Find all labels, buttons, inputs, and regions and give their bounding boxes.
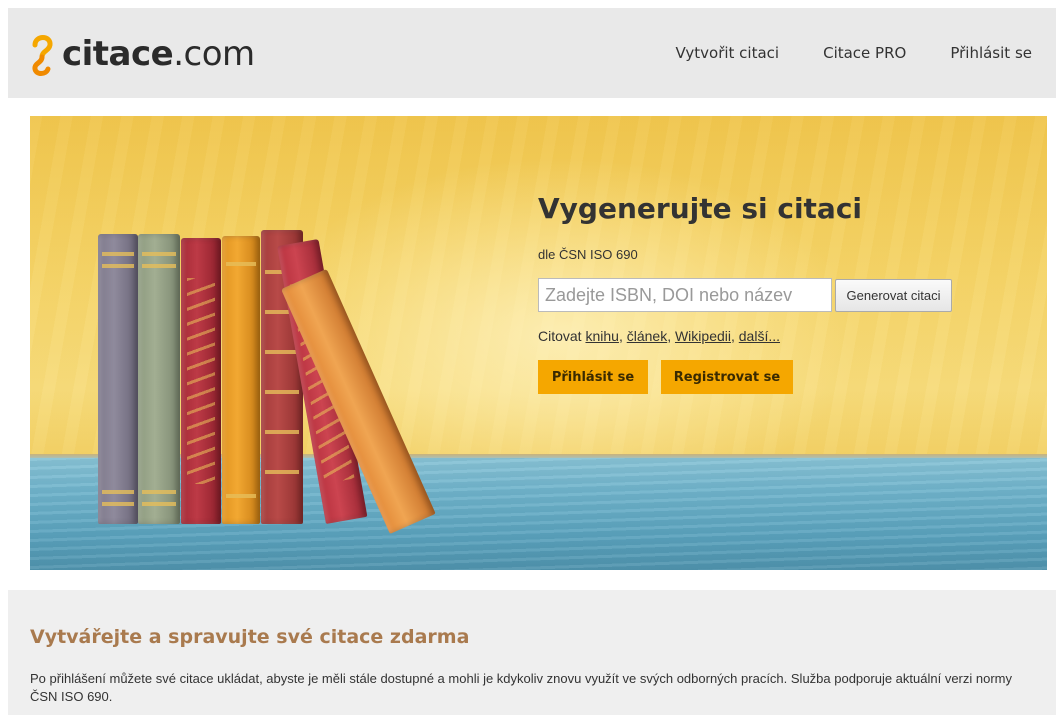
site-header: citace.com Vytvořit citaci Citace PRO Př…: [8, 8, 1056, 98]
cite-type-links: Citovat knihu, článek, Wikipedii, další.…: [538, 328, 781, 344]
book-gray: [98, 234, 138, 524]
book-crimson: [181, 238, 221, 524]
book-orange: [222, 236, 260, 524]
nav-citace-pro[interactable]: Citace PRO: [823, 44, 906, 62]
logo-text: citace.com: [62, 34, 255, 74]
nav-create-citation[interactable]: Vytvořit citaci: [676, 44, 780, 62]
hero-banner: Vygenerujte si citaci dle ČSN ISO 690 Ge…: [30, 116, 1047, 570]
cite-article-link[interactable]: článek: [627, 328, 667, 344]
book-sage: [138, 234, 180, 524]
cite-wikipedia-link[interactable]: Wikipedii: [675, 328, 731, 344]
login-button[interactable]: Přihlásit se: [538, 360, 648, 394]
generate-citation-button[interactable]: Generovat citaci: [835, 279, 952, 312]
hero-subtitle: dle ČSN ISO 690: [538, 247, 638, 262]
cite-book-link[interactable]: knihu: [585, 328, 618, 344]
section-text: Po přihlášení můžete své citace ukládat,…: [30, 671, 1013, 704]
hero-title: Vygenerujte si citaci: [538, 192, 863, 225]
intro-section: Vytvářejte a spravujte své citace zdarma…: [8, 590, 1056, 715]
main-nav: Vytvořit citaci Citace PRO Přihlásit se: [632, 8, 1032, 98]
cite-more-link[interactable]: další...: [739, 328, 780, 344]
nav-login[interactable]: Přihlásit se: [950, 44, 1032, 62]
cite-prefix: Citovat: [538, 328, 582, 344]
register-button[interactable]: Registrovat se: [661, 360, 793, 394]
logo[interactable]: citace.com: [30, 30, 255, 78]
logo-mark-icon: [32, 35, 53, 76]
section-title: Vytvářejte a spravujte své citace zdarma: [30, 626, 470, 648]
citation-search-input[interactable]: [538, 278, 832, 312]
